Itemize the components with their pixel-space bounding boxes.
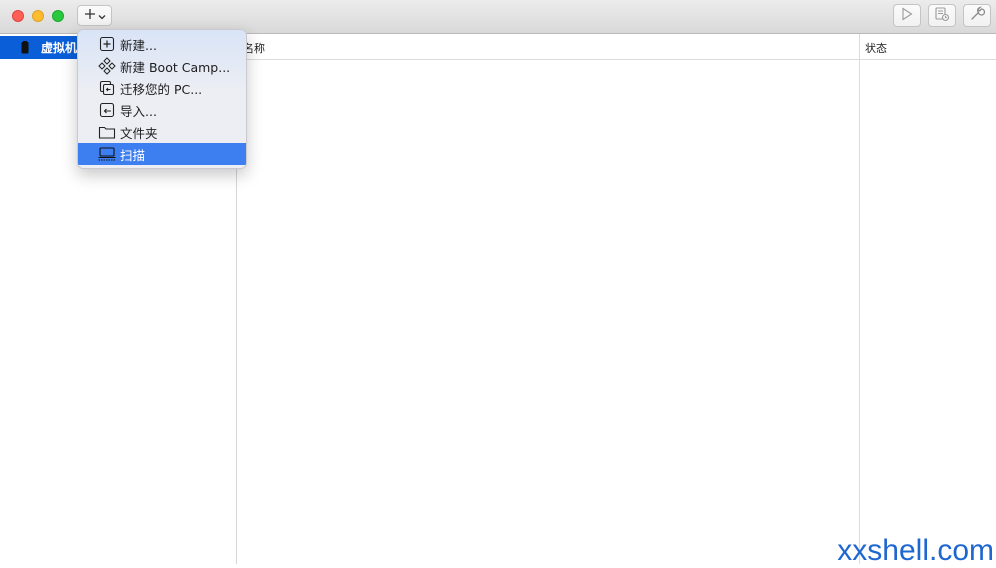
column-divider[interactable] [859,34,860,564]
menu-item-scan[interactable]: 扫描 [78,143,246,165]
settings-button[interactable] [963,4,991,27]
sidebar-item-label: 虚拟机 [41,41,78,55]
menu-item-label: 扫描 [120,147,146,163]
minimize-window-button[interactable] [32,10,44,22]
snapshot-button[interactable] [928,4,956,27]
menu-item-label: 迁移您的 PC... [120,81,203,97]
menu-item-label: 导入... [120,103,157,119]
import-icon [98,101,116,119]
menu-item-folder[interactable]: 文件夹 [78,121,246,143]
close-window-button[interactable] [12,10,24,22]
vm-library-icon [21,41,31,55]
menu-item-label: 新建... [120,37,157,53]
menu-item-import[interactable]: 导入... [78,99,246,121]
menu-item-label: 新建 Boot Camp... [120,59,231,75]
add-vm-button[interactable] [77,5,112,26]
folder-icon [98,123,116,141]
play-icon [901,7,913,24]
menu-item-new-bootcamp[interactable]: 新建 Boot Camp... [78,55,246,77]
new-plus-icon [98,35,116,53]
bootcamp-icon [98,57,116,75]
chevron-down-icon [98,9,106,23]
menu-item-migrate-pc[interactable]: 迁移您的 PC... [78,77,246,99]
vm-list-table: 名称 状态 [237,34,996,564]
start-vm-button[interactable] [893,4,921,27]
migrate-pc-icon [98,79,116,97]
snapshot-icon [934,6,950,25]
watermark-text: xxshell.com [837,534,994,567]
menu-item-label: 文件夹 [120,125,158,141]
table-header: 名称 状态 [237,34,996,60]
column-header-status[interactable]: 状态 [865,40,887,56]
menu-item-new[interactable]: 新建... [78,33,246,55]
plus-icon [84,8,96,23]
wrench-icon [969,6,986,25]
zoom-window-button[interactable] [52,10,64,22]
add-menu: 新建... 新建 Boot Camp... 迁移您的 PC... 导入... 文… [77,29,247,169]
scan-icon [98,145,116,163]
